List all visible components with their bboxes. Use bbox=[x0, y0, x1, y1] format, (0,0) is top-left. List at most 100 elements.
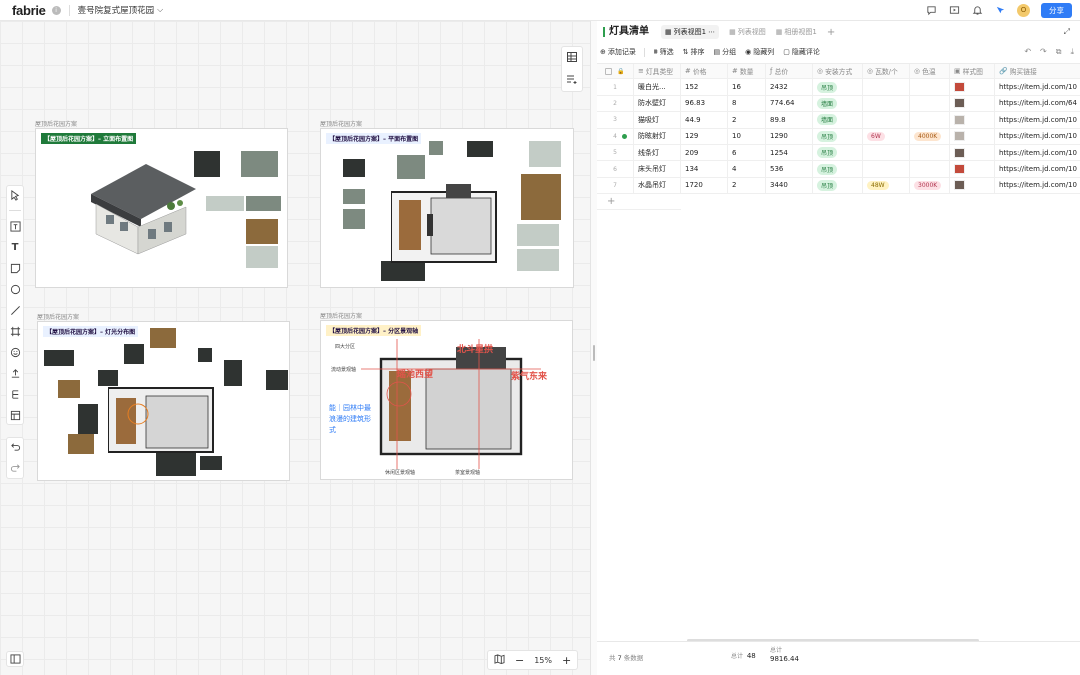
cell-link[interactable]: https://item.jd.com/10 bbox=[995, 178, 1080, 193]
cell-qty[interactable]: 4 bbox=[728, 161, 766, 177]
reference-photo[interactable] bbox=[150, 328, 176, 348]
sort-button[interactable]: ⇅ 排序 bbox=[683, 47, 705, 57]
add-view-icon[interactable]: + bbox=[827, 27, 835, 38]
cell-install[interactable]: 墙面 bbox=[813, 112, 863, 128]
column-header[interactable]: ƒ 总价 bbox=[766, 64, 813, 79]
reference-photo[interactable] bbox=[246, 196, 281, 211]
style-thumbnail[interactable] bbox=[954, 82, 965, 93]
present-icon[interactable] bbox=[948, 5, 960, 17]
cell-total[interactable]: 1290 bbox=[766, 128, 813, 144]
reference-photo[interactable] bbox=[200, 456, 222, 470]
circle-shape-icon[interactable] bbox=[9, 283, 21, 295]
cell-name[interactable]: 防水壁灯 bbox=[634, 95, 681, 112]
table-title[interactable]: 灯具清单 bbox=[603, 27, 649, 37]
filter-button[interactable]: ⩩ 筛选 bbox=[654, 47, 674, 57]
cell-install[interactable]: 吊顶 bbox=[813, 128, 863, 144]
cell-link[interactable]: https://item.jd.com/10 bbox=[995, 79, 1080, 94]
table-icon[interactable] bbox=[566, 51, 578, 65]
zoom-out-icon[interactable]: − bbox=[515, 654, 524, 667]
select-cursor-icon[interactable] bbox=[9, 189, 21, 201]
reference-photo[interactable] bbox=[206, 196, 244, 211]
cell-watt[interactable] bbox=[863, 161, 910, 177]
cell-qty[interactable]: 8 bbox=[728, 95, 766, 112]
mindmap-icon[interactable] bbox=[9, 388, 21, 400]
reference-photo[interactable] bbox=[194, 151, 220, 177]
reference-photo[interactable] bbox=[429, 141, 443, 155]
cell-temp[interactable] bbox=[910, 161, 950, 177]
column-header[interactable]: # 数量 bbox=[728, 64, 766, 79]
cell-link[interactable]: https://item.jd.com/10 bbox=[995, 112, 1080, 127]
cell-watt[interactable]: 6W bbox=[863, 128, 910, 144]
cell-watt[interactable] bbox=[863, 112, 910, 128]
panel-resize-handle[interactable] bbox=[590, 21, 597, 675]
sticky-note-icon[interactable] bbox=[9, 262, 21, 274]
table-row[interactable]: 2 防水壁灯 96.83 8 774.64 墙面 https://item.jd… bbox=[597, 95, 1080, 113]
row-index[interactable]: 3 bbox=[597, 112, 634, 128]
cell-total[interactable]: 89.8 bbox=[766, 112, 813, 128]
chevron-down-icon[interactable]: ⌵ bbox=[157, 5, 163, 15]
reference-photo[interactable] bbox=[381, 261, 425, 281]
select-all-cell[interactable]: 🔒 bbox=[597, 64, 634, 79]
row-index[interactable]: 6 bbox=[597, 161, 634, 177]
column-header[interactable]: ◎ 安装方式 bbox=[813, 64, 863, 79]
tab-list-view-1[interactable]: ▦ 列表视图1 ⋯ bbox=[661, 25, 720, 39]
app-logo[interactable]: fabrie bbox=[12, 3, 46, 18]
cell-qty[interactable]: 16 bbox=[728, 79, 766, 95]
cell-name[interactable]: 猫吸灯 bbox=[634, 112, 681, 128]
row-index[interactable]: 7 bbox=[597, 177, 634, 194]
open-external-icon[interactable]: ⧉ bbox=[1056, 47, 1062, 57]
reference-photo[interactable] bbox=[241, 151, 278, 177]
reference-photo[interactable] bbox=[529, 141, 561, 167]
row-index[interactable]: 2 bbox=[597, 95, 634, 112]
cell-price[interactable]: 152 bbox=[681, 79, 728, 95]
cell-watt[interactable]: 48W bbox=[863, 177, 910, 194]
info-icon[interactable]: i bbox=[51, 5, 61, 15]
cell-image[interactable] bbox=[950, 144, 995, 161]
reference-photo[interactable] bbox=[343, 209, 365, 229]
reference-photo[interactable] bbox=[266, 370, 288, 390]
reference-photo[interactable] bbox=[78, 404, 98, 434]
cell-total[interactable]: 536 bbox=[766, 161, 813, 177]
style-thumbnail[interactable] bbox=[954, 147, 965, 158]
cell-price[interactable]: 1720 bbox=[681, 177, 728, 194]
column-header[interactable]: ▣ 样式图 bbox=[950, 64, 995, 79]
avatar[interactable]: O bbox=[1017, 4, 1030, 17]
column-header[interactable]: # 价格 bbox=[681, 64, 728, 79]
column-header[interactable]: ◎ 色温 bbox=[910, 64, 950, 79]
cell-image[interactable] bbox=[950, 112, 995, 128]
cell-qty[interactable]: 10 bbox=[728, 128, 766, 144]
add-row-button[interactable]: + bbox=[597, 194, 681, 211]
cell-watt[interactable] bbox=[863, 144, 910, 161]
column-header[interactable]: 🔗 购买链接 bbox=[995, 64, 1080, 78]
redo-icon[interactable] bbox=[10, 462, 21, 475]
reference-photo[interactable] bbox=[517, 249, 559, 271]
cell-total[interactable]: 774.64 bbox=[766, 95, 813, 112]
cell-temp[interactable] bbox=[910, 112, 950, 128]
row-index[interactable]: 4 bbox=[597, 128, 634, 144]
row-index[interactable]: 1 bbox=[597, 79, 634, 95]
tab-gallery-view[interactable]: ▦ 相册视图1 bbox=[776, 27, 817, 37]
download-icon[interactable]: ⤓ bbox=[1070, 47, 1074, 57]
hide-columns-button[interactable]: ◉ 隐藏列 bbox=[745, 47, 774, 57]
reference-photo[interactable] bbox=[521, 174, 561, 220]
reference-photo[interactable] bbox=[343, 189, 365, 204]
style-thumbnail[interactable] bbox=[954, 131, 965, 142]
cell-install[interactable]: 墙面 bbox=[813, 95, 863, 112]
cell-price[interactable]: 44.9 bbox=[681, 112, 728, 128]
cell-link[interactable]: https://item.jd.com/64 bbox=[995, 96, 1080, 111]
table-row[interactable]: 7 水晶吊灯 1720 2 3440 吊顶 48W 3000K https://… bbox=[597, 177, 1080, 195]
cell-price[interactable]: 129 bbox=[681, 128, 728, 144]
cell-price[interactable]: 96.83 bbox=[681, 95, 728, 112]
whiteboard-canvas[interactable]: 屋顶后花园方案 【屋顶后花园方案】– 立面布置图 屋顶后花园方案 【屋顶后花园方… bbox=[0, 21, 590, 675]
cursor-icon[interactable] bbox=[994, 5, 1006, 17]
reference-photo[interactable] bbox=[246, 246, 278, 268]
text-box-icon[interactable] bbox=[9, 220, 21, 232]
column-header[interactable]: ≡ 灯具类型 bbox=[634, 64, 681, 79]
emoji-icon[interactable] bbox=[9, 346, 21, 358]
column-header[interactable]: ◎ 瓦数/个 bbox=[863, 64, 910, 79]
reference-photo[interactable] bbox=[343, 159, 365, 177]
table-row[interactable]: 1 暖白光... 152 16 2432 吊顶 https://item.jd.… bbox=[597, 79, 1080, 96]
cell-install[interactable]: 吊顶 bbox=[813, 79, 863, 95]
table-row[interactable]: 5 线条灯 209 6 1254 吊顶 https://item.jd.com/… bbox=[597, 144, 1080, 162]
cell-temp[interactable]: 4000K bbox=[910, 128, 950, 144]
